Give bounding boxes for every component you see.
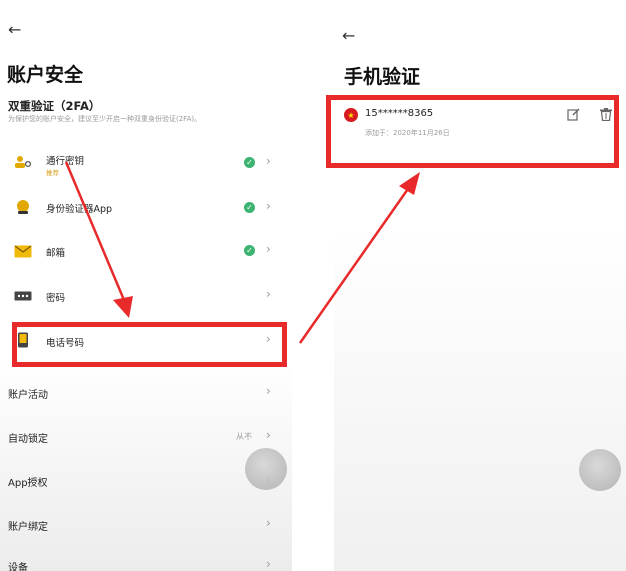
authenticator-icon	[13, 199, 33, 215]
chevron-right-icon: ›	[266, 199, 271, 213]
row-auto-lock[interactable]: 自动锁定 从不 ›	[0, 425, 292, 449]
check-icon: ✓	[244, 202, 255, 213]
password-icon	[13, 288, 33, 304]
row-devices[interactable]: 设备 ›	[0, 556, 292, 571]
passkey-icon	[13, 154, 33, 170]
row-label: App授权	[8, 478, 48, 489]
row-email[interactable]: 邮箱 ✓ ›	[0, 239, 292, 263]
row-label: 密码	[46, 293, 66, 304]
row-account-activity[interactable]: 账户活动 ›	[0, 381, 292, 405]
recommended-tag: 推荐	[46, 169, 59, 177]
back-arrow-icon[interactable]: ←	[342, 26, 355, 45]
page-title: 手机验证	[344, 66, 421, 88]
chevron-right-icon: ›	[266, 428, 271, 442]
highlight-box-phone-entry	[326, 95, 619, 168]
check-icon: ✓	[244, 157, 255, 168]
phone-verification-screen: ← 手机验证 ★ 15******8365 添加于：2020年11月26日	[334, 0, 626, 571]
row-label: 邮箱	[46, 248, 66, 259]
email-icon	[13, 243, 33, 259]
page-title: 账户安全	[7, 64, 84, 86]
chevron-right-icon: ›	[266, 154, 271, 168]
chevron-right-icon: ›	[266, 557, 271, 571]
row-label: 通行密钥	[46, 156, 85, 167]
row-label: 身份验证器App	[46, 204, 113, 215]
chevron-right-icon: ›	[266, 384, 271, 398]
floating-assistive-button[interactable]	[579, 449, 621, 491]
check-icon: ✓	[244, 245, 255, 256]
row-label: 自动锁定	[8, 434, 48, 445]
row-password[interactable]: 密码 ›	[0, 284, 292, 308]
section-title-2fa: 双重验证（2FA）	[8, 99, 101, 113]
row-authenticator[interactable]: 身份验证器App ✓ ›	[0, 196, 292, 220]
row-label: 账户绑定	[8, 522, 48, 533]
highlight-box-phone-row	[12, 322, 287, 367]
chevron-right-icon: ›	[266, 287, 271, 301]
back-arrow-icon[interactable]: ←	[8, 20, 21, 39]
security-settings-screen: ← 账户安全 双重验证（2FA） 为保护您的账户安全，建议至少开启一种双重身份验…	[0, 0, 292, 571]
row-label: 设备	[8, 563, 28, 571]
section-description: 为保护您的账户安全，建议至少开启一种双重身份验证(2FA)。	[8, 115, 202, 123]
row-passkey[interactable]: 通行密钥 推荐 ✓ ›	[0, 148, 292, 178]
chevron-right-icon: ›	[266, 242, 271, 256]
chevron-right-icon: ›	[266, 516, 271, 530]
row-account-binding[interactable]: 账户绑定 ›	[0, 513, 292, 537]
floating-assistive-button[interactable]	[245, 448, 287, 490]
row-label: 账户活动	[8, 390, 48, 401]
auto-lock-value: 从不	[236, 432, 252, 441]
